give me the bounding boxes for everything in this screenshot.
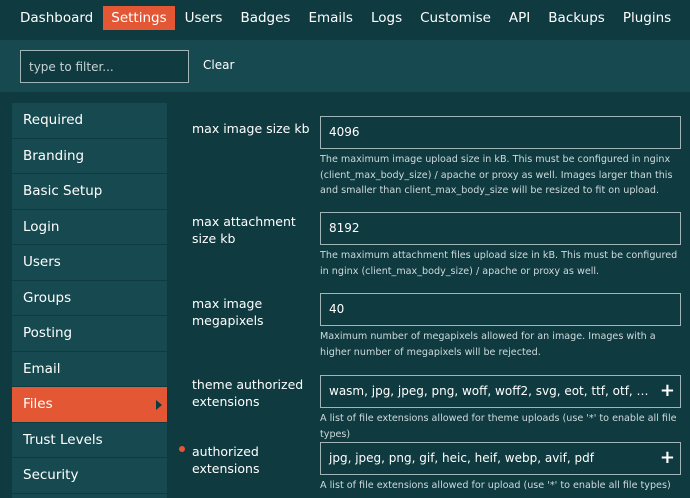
list-value: wasm, jpg, jpeg, png, woff, woff2, svg, … xyxy=(329,384,680,398)
setting-description: The maximum attachment files upload size… xyxy=(320,250,678,277)
max-image-megapixels-input[interactable]: 40 xyxy=(320,293,681,326)
sidebar-item-required[interactable]: Required xyxy=(12,103,167,139)
sidebar-item-users[interactable]: Users xyxy=(12,245,167,281)
sidebar-item-files[interactable]: Files xyxy=(12,387,167,423)
sidebar-gap xyxy=(0,92,168,98)
theme-authorized-extensions-list[interactable]: wasm, jpg, jpeg, png, woff, woff2, svg, … xyxy=(320,375,681,408)
nav-customise[interactable]: Customise xyxy=(412,6,499,30)
nav-dashboard[interactable]: Dashboard xyxy=(12,6,101,30)
setting-description: The maximum image upload size in kB. Thi… xyxy=(320,154,673,196)
nav-emails[interactable]: Emails xyxy=(300,6,361,30)
nav-users[interactable]: Users xyxy=(177,6,231,30)
sidebar-item-branding[interactable]: Branding xyxy=(12,139,167,174)
sidebar-item-trust-levels[interactable]: Trust Levels xyxy=(12,423,167,458)
authorized-extensions-list[interactable]: jpg, jpeg, png, gif, heic, heif, webp, a… xyxy=(320,442,681,475)
sidebar-item-security[interactable]: Security xyxy=(12,458,167,494)
max-attachment-size-input[interactable]: 8192 xyxy=(320,212,681,245)
nav-badges[interactable]: Badges xyxy=(232,6,298,30)
setting-description: Maximum number of megapixels allowed for… xyxy=(320,331,656,358)
overridden-indicator xyxy=(179,446,185,452)
plus-icon[interactable]: + xyxy=(660,449,675,467)
plus-icon[interactable]: + xyxy=(660,382,675,400)
setting-description: A list of file extensions allowed for th… xyxy=(320,413,677,440)
setting-label: authorized extensions xyxy=(192,444,260,476)
sidebar-item-groups[interactable]: Groups xyxy=(12,281,167,316)
setting-label: max attachment size kb xyxy=(192,214,296,246)
settings-sidebar: Required Branding Basic Setup Login User… xyxy=(12,103,167,498)
setting-description: A list of file extensions allowed for up… xyxy=(320,480,671,491)
nav-plugins[interactable]: Plugins xyxy=(615,6,679,30)
filter-bar: Clear xyxy=(0,40,690,92)
nav-logs[interactable]: Logs xyxy=(363,6,410,30)
max-image-size-input[interactable]: 4096 xyxy=(320,116,681,149)
nav-api[interactable]: API xyxy=(501,6,538,30)
admin-nav: Dashboard Settings Users Badges Emails L… xyxy=(0,0,690,36)
nav-settings[interactable]: Settings xyxy=(103,6,175,30)
filter-input[interactable] xyxy=(20,50,189,83)
sidebar-item-basic-setup[interactable]: Basic Setup xyxy=(12,174,167,210)
nav-backups[interactable]: Backups xyxy=(540,6,613,30)
sidebar-item-email[interactable]: Email xyxy=(12,352,167,387)
setting-label: max image size kb xyxy=(192,121,310,136)
list-value: jpg, jpeg, png, gif, heic, heif, webp, a… xyxy=(329,451,594,465)
sidebar-item-label: Files xyxy=(23,396,53,412)
setting-label: max image megapixels xyxy=(192,296,264,328)
sidebar-item-posting[interactable]: Posting xyxy=(12,316,167,352)
clear-button[interactable]: Clear xyxy=(203,58,234,72)
settings-panel: max image size kb 4096 The maximum image… xyxy=(168,92,690,498)
setting-label: theme authorized extensions xyxy=(192,377,304,409)
sidebar-item-login[interactable]: Login xyxy=(12,210,167,245)
caret-right-icon xyxy=(156,400,162,410)
